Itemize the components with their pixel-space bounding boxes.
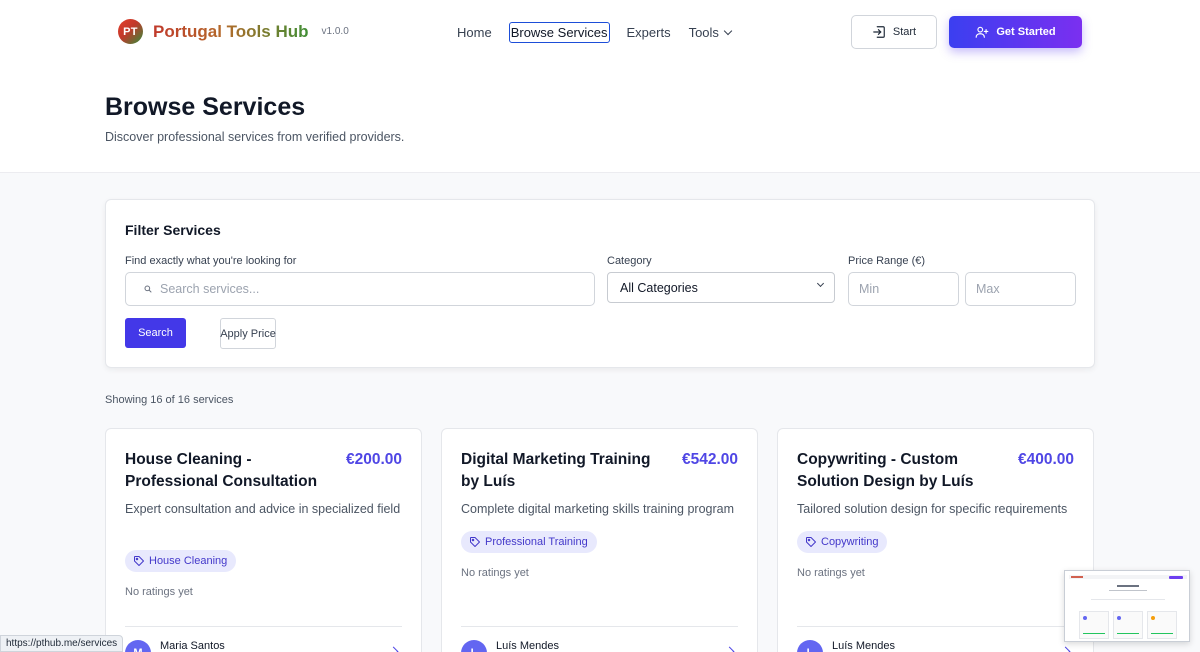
provider-name[interactable]: Luís Mendes bbox=[496, 640, 559, 652]
service-price: €200.00 bbox=[345, 451, 402, 468]
search-icon bbox=[144, 285, 152, 293]
service-title[interactable]: Copywriting - Custom Solution Design by … bbox=[797, 449, 1007, 493]
tag-icon bbox=[134, 556, 144, 566]
page-subtitle: Discover professional services from veri… bbox=[105, 130, 405, 144]
price-min-input[interactable] bbox=[848, 272, 959, 306]
page-title: Browse Services bbox=[105, 93, 306, 121]
sign-in-icon bbox=[873, 26, 885, 38]
provider-avatar: M bbox=[125, 640, 151, 652]
start-button[interactable]: Start bbox=[851, 15, 937, 49]
card-divider bbox=[797, 626, 1074, 627]
main-nav: Home Browse Services Experts Tools bbox=[448, 20, 740, 44]
preview-subtitle bbox=[1109, 590, 1147, 591]
nav-tools-dropdown[interactable]: Tools bbox=[680, 22, 740, 43]
service-rating: No ratings yet bbox=[797, 567, 865, 579]
service-description: Expert consultation and advice in specia… bbox=[125, 502, 401, 516]
preview-card bbox=[1079, 611, 1109, 639]
chevron-right-icon[interactable] bbox=[724, 646, 735, 652]
service-price: €542.00 bbox=[681, 451, 738, 468]
page-preview-thumbnail[interactable] bbox=[1064, 570, 1190, 642]
user-plus-icon bbox=[975, 26, 989, 38]
chevron-down-icon bbox=[816, 279, 825, 288]
service-tag-label: Copywriting bbox=[821, 536, 879, 548]
nav-browse-services[interactable]: Browse Services bbox=[508, 21, 610, 43]
service-category-tag[interactable]: Professional Training bbox=[461, 531, 597, 553]
filter-title: Filter Services bbox=[125, 222, 221, 238]
search-button[interactable]: Search bbox=[125, 318, 186, 348]
results-count: Showing 16 of 16 services bbox=[105, 394, 234, 406]
service-tag-label: House Cleaning bbox=[149, 555, 228, 567]
search-label: Find exactly what you're looking for bbox=[125, 255, 297, 267]
apply-price-button[interactable]: Apply Price bbox=[220, 318, 276, 349]
preview-card bbox=[1147, 611, 1177, 639]
service-rating: No ratings yet bbox=[461, 567, 529, 579]
preview-divider bbox=[1091, 599, 1165, 600]
service-description: Complete digital marketing skills traini… bbox=[461, 502, 735, 516]
category-select[interactable]: All Categories bbox=[607, 272, 835, 303]
chevron-down-icon bbox=[723, 26, 733, 35]
version-label: v1.0.0 bbox=[321, 26, 349, 37]
start-button-label: Start bbox=[892, 26, 917, 38]
service-rating: No ratings yet bbox=[125, 586, 193, 598]
price-range-label: Price Range (€) bbox=[848, 255, 926, 267]
status-bar-url: https://pthub.me/services bbox=[0, 635, 124, 652]
filter-panel: Filter Services Find exactly what you're… bbox=[105, 199, 1095, 368]
service-title[interactable]: House Cleaning - Professional Consultati… bbox=[125, 449, 335, 493]
chevron-right-icon[interactable] bbox=[388, 646, 399, 652]
category-select-value: All Categories bbox=[620, 280, 698, 295]
nav-experts[interactable]: Experts bbox=[618, 22, 680, 43]
category-label: Category bbox=[607, 255, 652, 267]
get-started-button[interactable]: Get Started bbox=[949, 16, 1082, 48]
card-divider bbox=[461, 626, 738, 627]
preview-title bbox=[1117, 585, 1139, 587]
service-category-tag[interactable]: House Cleaning bbox=[125, 550, 237, 572]
service-card[interactable]: Digital Marketing Training by Luís €542.… bbox=[441, 428, 758, 652]
brand-name[interactable]: Portugal Tools Hub bbox=[153, 22, 309, 42]
service-price: €400.00 bbox=[1017, 451, 1074, 468]
provider-name[interactable]: Luís Mendes bbox=[832, 640, 895, 652]
nav-home[interactable]: Home bbox=[448, 22, 501, 43]
service-category-tag[interactable]: Copywriting bbox=[797, 531, 888, 553]
get-started-label: Get Started bbox=[996, 26, 1056, 38]
provider-avatar: L bbox=[797, 640, 823, 652]
provider-avatar: L bbox=[461, 640, 487, 652]
preview-button bbox=[1169, 576, 1183, 579]
service-tag-label: Professional Training bbox=[485, 536, 588, 548]
page-header: Browse Services Discover professional se… bbox=[0, 64, 1200, 173]
card-divider bbox=[125, 626, 402, 627]
service-description: Tailored solution design for specific re… bbox=[797, 502, 1068, 516]
preview-logo bbox=[1071, 576, 1083, 578]
tag-icon bbox=[470, 537, 480, 547]
chevron-right-icon[interactable] bbox=[1060, 646, 1071, 652]
preview-card bbox=[1113, 611, 1143, 639]
tag-icon bbox=[806, 537, 816, 547]
service-card[interactable]: Copywriting - Custom Solution Design by … bbox=[777, 428, 1094, 652]
search-field[interactable] bbox=[125, 272, 595, 306]
nav-tools-label: Tools bbox=[688, 24, 719, 40]
top-navigation: PT Portugal Tools Hub v1.0.0 Home Browse… bbox=[0, 0, 1200, 64]
service-title[interactable]: Digital Marketing Training by Luís bbox=[461, 449, 671, 493]
brand-logo[interactable]: PT bbox=[118, 19, 143, 44]
service-card[interactable]: House Cleaning - Professional Consultati… bbox=[105, 428, 422, 652]
price-max-input[interactable] bbox=[965, 272, 1076, 306]
provider-name[interactable]: Maria Santos bbox=[160, 640, 225, 652]
brand[interactable]: PT Portugal Tools Hub v1.0.0 bbox=[118, 19, 349, 44]
search-input[interactable] bbox=[160, 282, 580, 296]
